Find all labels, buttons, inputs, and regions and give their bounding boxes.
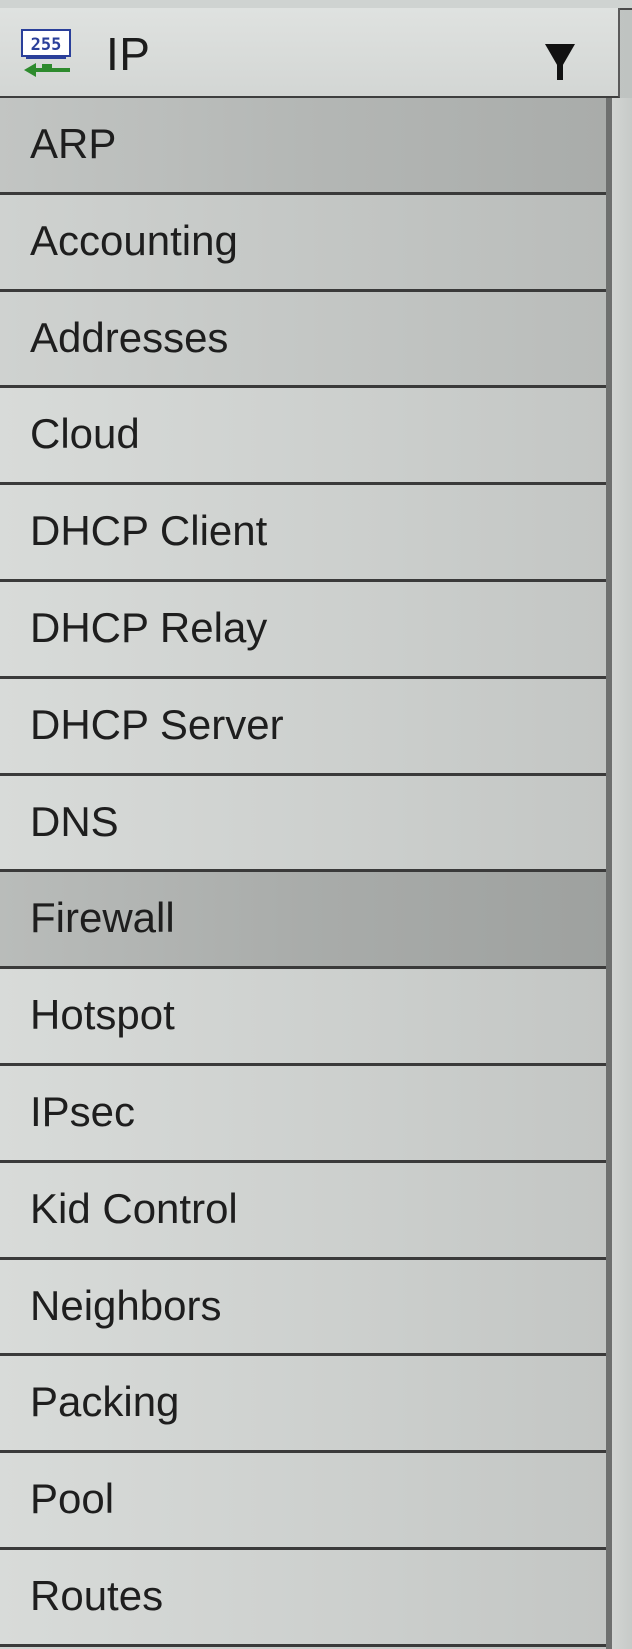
menu-item-pool[interactable]: Pool <box>0 1453 606 1550</box>
menu-item-neighbors[interactable]: Neighbors <box>0 1259 606 1357</box>
menu-item-hotspot[interactable]: Hotspot <box>0 969 606 1066</box>
menu-item-routes[interactable]: Routes <box>0 1549 606 1647</box>
menu-item-addresses[interactable]: Addresses <box>0 291 606 389</box>
dropdown-arrow-icon[interactable] <box>545 44 575 80</box>
menu-item-dhcp-client[interactable]: DHCP Client <box>0 485 606 582</box>
scrollbar-track[interactable] <box>612 98 632 1649</box>
menu-item-firewall[interactable]: Firewall <box>0 872 606 970</box>
menu-item-label: Neighbors <box>30 1281 222 1329</box>
menu-item-label: Hotspot <box>30 991 175 1039</box>
menu-item-dhcp-server[interactable]: DHCP Server <box>0 678 606 776</box>
menu-item-label: DNS <box>30 797 119 845</box>
network-ip-icon: 255 <box>21 29 71 77</box>
menu-item-label: DHCP Client <box>30 507 268 555</box>
menu-item-label: Addresses <box>30 313 229 361</box>
menu-item-dhcp-relay[interactable]: DHCP Relay <box>0 581 606 679</box>
menu-item-label: Accounting <box>30 216 238 264</box>
menu-item-arp[interactable]: ARP <box>0 98 606 195</box>
menu-item-label: Routes <box>30 1571 164 1619</box>
menu-item-label: Firewall <box>30 894 175 942</box>
ip-submenu: ARP Accounting Addresses Cloud DHCP Clie… <box>0 98 606 1649</box>
menu-item-ipsec[interactable]: IPsec <box>0 1065 606 1163</box>
menu-item-label: Packing <box>30 1378 180 1426</box>
menu-item-label: ARP <box>30 120 117 167</box>
menu-item-dns[interactable]: DNS <box>0 775 606 873</box>
ip-menu-header[interactable]: 255 IP <box>0 8 620 98</box>
menu-item-accounting[interactable]: Accounting <box>0 194 606 292</box>
menu-item-packing[interactable]: Packing <box>0 1356 606 1454</box>
menu-item-label: Pool <box>30 1475 115 1523</box>
menu-item-label: Cloud <box>30 410 140 458</box>
menu-item-cloud[interactable]: Cloud <box>0 388 606 486</box>
menu-item-label: IPsec <box>30 1087 136 1135</box>
menu-item-label: DHCP Relay <box>30 603 268 651</box>
menu-item-kid-control[interactable]: Kid Control <box>0 1162 606 1260</box>
menu-item-label: DHCP Server <box>30 700 284 748</box>
menu-item-label: Kid Control <box>30 1184 238 1232</box>
header-title: IP <box>106 28 151 80</box>
ip-icon-text: 255 <box>31 35 62 55</box>
